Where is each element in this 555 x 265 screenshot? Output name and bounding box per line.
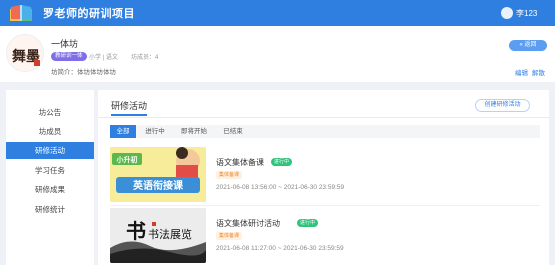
calligraphy-logo-icon: 舞墨 [12, 48, 40, 66]
tab-upcoming[interactable]: 即将开始 [176, 125, 212, 138]
group-subject: 小学 | 语文 [89, 55, 118, 61]
english-course-thumbnail-icon: 小升初 英语衔接课 [110, 147, 206, 202]
activity-title[interactable]: 语文集体研讨活动 [216, 218, 280, 229]
edit-link[interactable]: 编辑 [515, 67, 528, 77]
activity-thumbnail: 书 书法展览 [110, 208, 206, 263]
user-avatar[interactable] [501, 7, 513, 19]
tab-in-progress[interactable]: 进行中 [140, 125, 170, 138]
tab-all[interactable]: 全部 [110, 125, 136, 138]
panel-divider [98, 117, 549, 118]
sidebar: 坊公告 坊成员 研修活动 学习任务 研修成果 研修统计 [6, 90, 94, 265]
status-badge: 进行中 [271, 158, 293, 166]
svg-text:书法展览: 书法展览 [148, 227, 192, 241]
status-badge: 进行中 [297, 219, 319, 227]
top-bar: 罗老师的研训项目 李123 [0, 0, 555, 26]
svg-text:小升初: 小升初 [116, 155, 138, 164]
group-name: 一体坊 [51, 39, 79, 49]
sidebar-item-statistics[interactable]: 研修统计 [6, 201, 94, 218]
user-name[interactable]: 李123 [516, 8, 537, 19]
activity-time: 2021-06-08 11:27:00 ~ 2021-06-30 23:59:5… [216, 245, 344, 252]
activity-time: 2021-06-08 13:56:00 ~ 2021-06-30 23:59:5… [216, 184, 345, 191]
group-avatar: 舞墨 [6, 34, 44, 72]
group-info-card: 舞墨 一体坊 教研训一体 小学 | 语文 坊成员：4 坊简介：体坊体坊体坊 « … [0, 26, 555, 82]
tab-ended[interactable]: 已结束 [218, 125, 248, 138]
dissolve-link[interactable]: 解散 [532, 67, 545, 77]
activity-item[interactable]: 小升初 英语衔接课 语文集体备课 进行中 集体备课 2021-06-08 13:… [110, 147, 540, 202]
sidebar-item-announcement[interactable]: 坊公告 [6, 104, 94, 121]
filter-tabs: 全部 进行中 即将开始 已结束 [110, 125, 540, 138]
activity-title[interactable]: 语文集体备课 [216, 157, 264, 168]
calligraphy-exhibition-thumbnail-icon: 书 书法展览 [110, 208, 206, 263]
activities-panel: 研修活动 创建研修活动 全部 进行中 即将开始 已结束 小升初 英语衔接课 语文… [98, 90, 549, 265]
app-title: 罗老师的研训项目 [43, 8, 135, 20]
activity-item[interactable]: 书 书法展览 语文集体研讨活动 进行中 集体备课 2021-06-08 11:2… [110, 208, 540, 263]
title-underline [111, 114, 147, 116]
sidebar-item-tasks[interactable]: 学习任务 [6, 162, 94, 179]
svg-text:书: 书 [126, 219, 146, 243]
sidebar-item-members[interactable]: 坊成员 [6, 123, 94, 140]
group-intro: 坊简介：体坊体坊体坊 [51, 69, 116, 76]
books-logo-icon [10, 5, 32, 21]
row-divider [110, 205, 540, 206]
group-type-badge: 教研训一体 [51, 52, 87, 61]
back-button[interactable]: « 返回 [509, 40, 547, 51]
back-button-label: 返回 [524, 42, 537, 48]
panel-title: 研修活动 [111, 101, 148, 111]
sidebar-item-results[interactable]: 研修成果 [6, 181, 94, 198]
activity-type-tag: 集体备课 [216, 232, 243, 240]
create-activity-button[interactable]: 创建研修活动 [475, 99, 530, 112]
activity-thumbnail: 小升初 英语衔接课 [110, 147, 206, 202]
group-member-count: 坊成员：4 [131, 55, 159, 61]
svg-text:英语衔接课: 英语衔接课 [132, 179, 184, 192]
activity-type-tag: 集体备课 [216, 171, 243, 179]
sidebar-item-activities[interactable]: 研修活动 [6, 142, 94, 159]
